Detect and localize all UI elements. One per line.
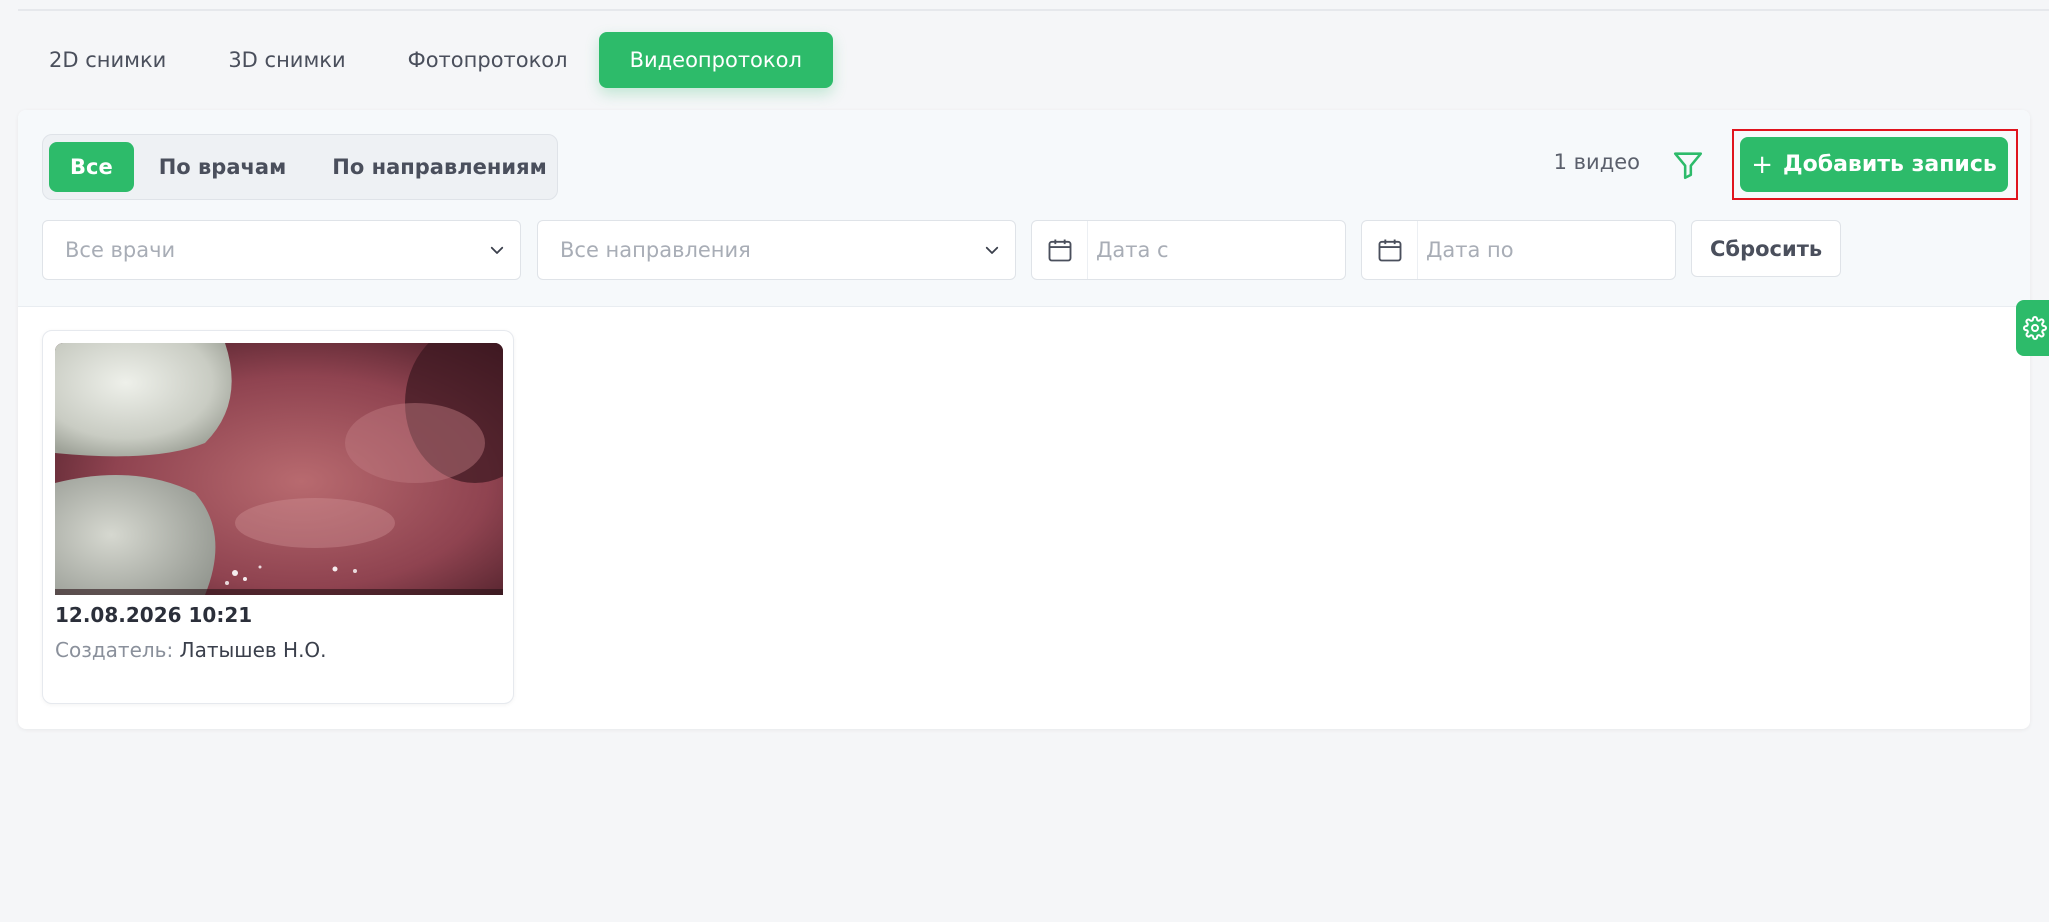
media-tabs: 2D снимки 3D снимки Фотопротокол Видеопр…: [18, 31, 833, 89]
calendar-icon[interactable]: [1032, 221, 1088, 279]
segment-all[interactable]: Все: [49, 142, 134, 192]
video-count: 1 видео: [1553, 150, 1640, 174]
tab-3d-images[interactable]: 3D снимки: [197, 32, 376, 88]
tab-2d-images[interactable]: 2D снимки: [18, 32, 197, 88]
direction-select[interactable]: Все направления: [537, 220, 1016, 280]
doctor-select-value: Все врачи: [65, 238, 176, 262]
calendar-icon[interactable]: [1362, 221, 1418, 279]
segment-by-directions[interactable]: По направлениям: [311, 142, 568, 192]
date-to-placeholder: Дата по: [1426, 238, 1514, 262]
filter-toolbar: Все По врачам По направлениям 1 видео + …: [18, 110, 2030, 307]
video-creator: Создатель: Латышев Н.О.: [55, 638, 327, 662]
creator-label: Создатель:: [55, 638, 174, 662]
top-divider: [18, 9, 2049, 11]
add-record-button[interactable]: + Добавить запись: [1740, 137, 2008, 192]
grouping-segmented-control: Все По врачам По направлениям: [42, 134, 558, 200]
date-from-field[interactable]: Дата с: [1031, 220, 1346, 280]
direction-select-value: Все направления: [560, 238, 751, 262]
date-to-field[interactable]: Дата по: [1361, 220, 1676, 280]
chevron-down-icon: [985, 246, 999, 254]
segment-by-doctors[interactable]: По врачам: [138, 142, 308, 192]
settings-tab[interactable]: [2016, 300, 2049, 356]
reset-button[interactable]: Сбросить: [1691, 220, 1842, 277]
add-record-label: Добавить запись: [1783, 152, 1997, 177]
gear-icon: [2023, 316, 2047, 340]
creator-name: Латышев Н.О.: [179, 638, 327, 662]
date-from-placeholder: Дата с: [1096, 238, 1169, 262]
video-panel: Все По врачам По направлениям 1 видео + …: [18, 110, 2030, 729]
doctor-select[interactable]: Все врачи: [42, 220, 521, 280]
tab-photo-protocol[interactable]: Фотопротокол: [377, 32, 599, 88]
video-datetime: 12.08.2026 10:21: [55, 603, 253, 627]
video-thumbnail[interactable]: [55, 343, 503, 595]
plus-icon: +: [1751, 149, 1773, 180]
filter-icon[interactable]: [1671, 148, 1705, 182]
video-card[interactable]: 12.08.2026 10:21 Создатель: Латышев Н.О.: [42, 330, 514, 704]
tab-video-protocol[interactable]: Видеопротокол: [598, 32, 833, 88]
chevron-down-icon: [490, 246, 504, 254]
